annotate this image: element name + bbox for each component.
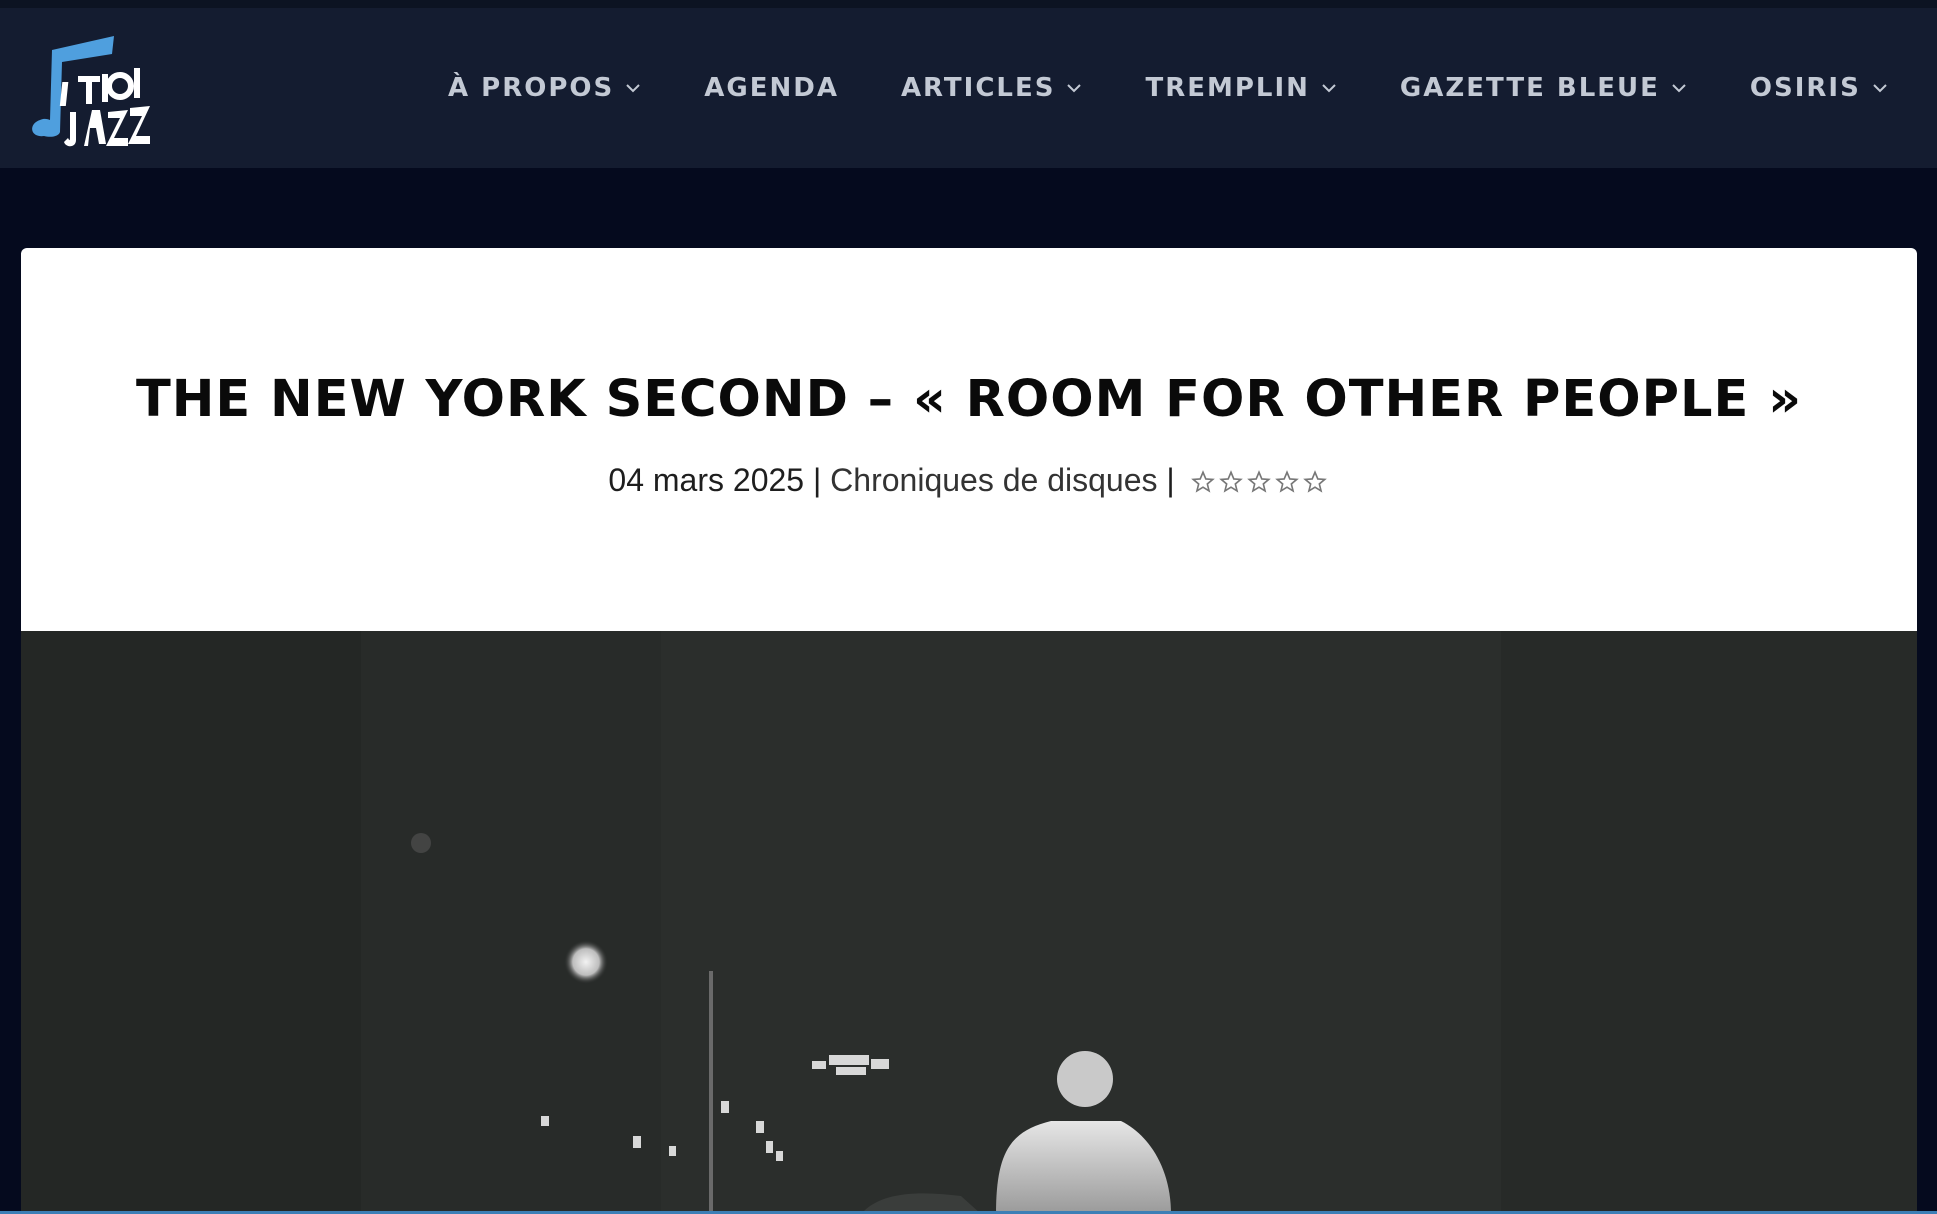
meta-separator: |	[804, 462, 831, 498]
nav-item-osiris[interactable]: OSIRIS	[1750, 73, 1889, 103]
article-date: 04 mars 2025	[608, 462, 805, 498]
chevron-down-icon	[626, 84, 640, 93]
nav-item-label: ARTICLES	[900, 73, 1056, 103]
nav-item-articles[interactable]: ARTICLES	[901, 73, 1084, 103]
action-jazz-logo-icon	[32, 36, 150, 147]
article-header-card: THE NEW YORK SECOND – « ROOM FOR OTHER P…	[21, 248, 1917, 631]
night-street-photo-icon	[21, 631, 1917, 1214]
meta-separator: |	[1157, 462, 1175, 498]
nav-item-label: À PROPOS	[448, 73, 615, 103]
nav-item-gazette-bleue[interactable]: GAZETTE BLEUE	[1400, 73, 1688, 103]
article-rating	[1190, 469, 1330, 495]
article-title: THE NEW YORK SECOND – « ROOM FOR OTHER P…	[135, 370, 1803, 429]
site-logo[interactable]	[26, 28, 156, 153]
chevron-down-icon	[1322, 84, 1336, 93]
chevron-down-icon	[1067, 84, 1082, 93]
site-header: À PROPOS AGENDA ARTICLES TREMPLIN GAZETT…	[0, 8, 1937, 168]
star-outline-icon	[1218, 470, 1243, 493]
nav-item-label: TREMPLIN	[1145, 73, 1310, 103]
main-nav: À PROPOS AGENDA ARTICLES TREMPLIN GAZETT…	[448, 8, 1937, 168]
nav-item-tremplin[interactable]: TREMPLIN	[1145, 73, 1337, 103]
star-outline-icon	[1274, 470, 1299, 493]
nav-item-label: AGENDA	[704, 73, 839, 103]
chevron-down-icon	[1873, 84, 1887, 93]
top-strip	[0, 0, 1937, 8]
star-outline-icon	[1246, 470, 1271, 493]
article-featured-image	[21, 631, 1917, 1214]
star-outline-icon	[1302, 470, 1327, 493]
nav-item-label: OSIRIS	[1749, 73, 1861, 103]
star-outline-icon	[1190, 470, 1215, 493]
nav-item-agenda[interactable]: AGENDA	[704, 73, 839, 103]
nav-item-a-propos[interactable]: À PROPOS	[448, 73, 642, 103]
article-meta: 04 mars 2025 | Chroniques de disques |	[21, 462, 1917, 499]
chevron-down-icon	[1672, 84, 1686, 93]
nav-item-label: GAZETTE BLEUE	[1399, 73, 1660, 103]
article-category-link[interactable]: Chroniques de disques	[830, 462, 1157, 498]
